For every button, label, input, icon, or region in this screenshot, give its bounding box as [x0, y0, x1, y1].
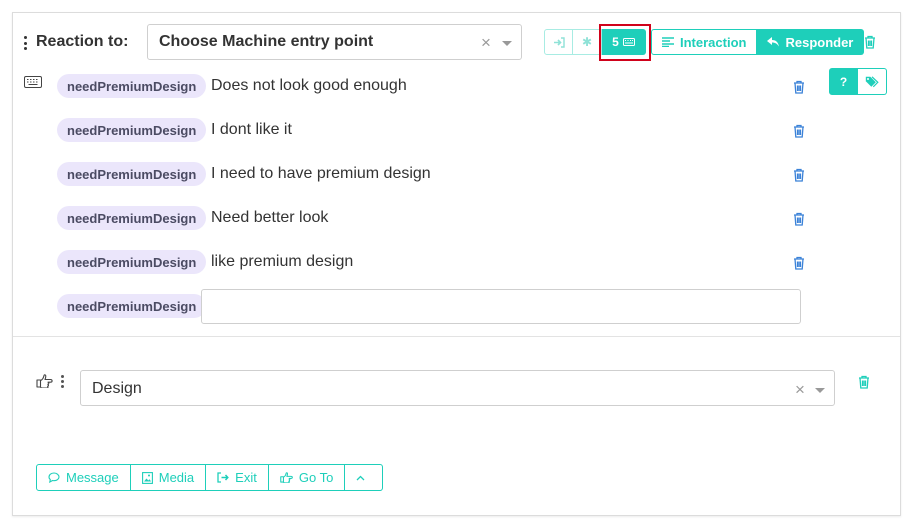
help-button[interactable]: ? [829, 68, 858, 95]
delete-row-icon[interactable] [793, 80, 805, 94]
highlight-box [599, 24, 651, 61]
sign-out-icon [217, 472, 229, 483]
clear-icon[interactable]: × [795, 380, 805, 400]
delete-row-icon[interactable] [793, 168, 805, 182]
add-message-button[interactable]: Message [36, 464, 131, 491]
chevron-up-icon [356, 475, 365, 480]
intent-tag[interactable]: needPremiumDesign [57, 162, 207, 186]
asterisk-mode-button[interactable]: ✱ [573, 29, 602, 55]
intent-tag[interactable]: needPremiumDesign [57, 250, 207, 274]
role-button-group: Interaction Responder [651, 29, 865, 55]
delete-response-icon[interactable] [858, 375, 870, 389]
chevron-down-icon[interactable] [815, 388, 825, 393]
sign-in-icon [553, 36, 565, 48]
delete-row-icon[interactable] [793, 212, 805, 226]
media-label: Media [158, 470, 195, 485]
goto-label: Go To [298, 470, 334, 485]
add-action-group: Message Media Exit Go To [36, 464, 384, 491]
responder-button[interactable]: Responder [757, 29, 865, 55]
new-intent-tag[interactable]: needPremiumDesign [57, 294, 207, 318]
new-utterance-input[interactable] [201, 289, 801, 324]
responder-label: Responder [785, 34, 854, 50]
utterance-text[interactable]: like premium design [211, 253, 353, 271]
interaction-label: Interaction [680, 34, 747, 50]
exit-label: Exit [235, 470, 257, 485]
entry-point-value: Choose Machine entry point [159, 33, 374, 50]
add-goto-button[interactable]: Go To [268, 464, 346, 491]
response-select[interactable]: Design × [80, 370, 835, 406]
add-media-button[interactable]: Media [130, 464, 207, 491]
tags-icon [865, 75, 879, 87]
sign-in-mode-button[interactable] [544, 29, 573, 55]
asterisk-icon: ✱ [581, 35, 593, 49]
interaction-button[interactable]: Interaction [651, 29, 758, 55]
message-label: Message [66, 470, 119, 485]
utterance-text[interactable]: I dont like it [211, 121, 292, 139]
clear-icon[interactable]: × [481, 33, 491, 53]
intent-tag[interactable]: needPremiumDesign [57, 118, 207, 142]
keyboard-icon [24, 75, 42, 93]
comment-icon [48, 472, 60, 483]
help-label: ? [839, 74, 848, 89]
delete-reaction-icon[interactable] [864, 35, 876, 49]
reply-icon [767, 37, 780, 47]
section-divider [13, 336, 900, 337]
delete-row-icon[interactable] [793, 124, 805, 138]
entry-point-select[interactable]: Choose Machine entry point × [147, 24, 522, 60]
tags-button[interactable] [858, 68, 887, 95]
utterance-text[interactable]: Need better look [211, 209, 328, 227]
hand-point-right-icon [36, 374, 53, 393]
add-exit-button[interactable]: Exit [206, 464, 269, 491]
more-options-icon[interactable] [61, 375, 64, 388]
delete-row-icon[interactable] [793, 256, 805, 270]
image-icon [141, 471, 153, 484]
chevron-down-icon[interactable] [502, 41, 512, 46]
side-button-group: ? [829, 68, 887, 95]
hand-point-icon [280, 472, 293, 483]
response-select-value: Design [92, 380, 142, 397]
intent-tag[interactable]: needPremiumDesign [57, 74, 207, 98]
utterance-text[interactable]: I need to have premium design [211, 165, 431, 183]
intent-tag[interactable]: needPremiumDesign [57, 206, 207, 230]
reaction-label: Reaction to: [36, 33, 129, 50]
utterance-text[interactable]: Does not look good enough [211, 77, 407, 95]
expand-actions-button[interactable] [345, 464, 384, 491]
align-left-icon [662, 37, 674, 47]
drag-handle-icon[interactable] [24, 36, 28, 50]
